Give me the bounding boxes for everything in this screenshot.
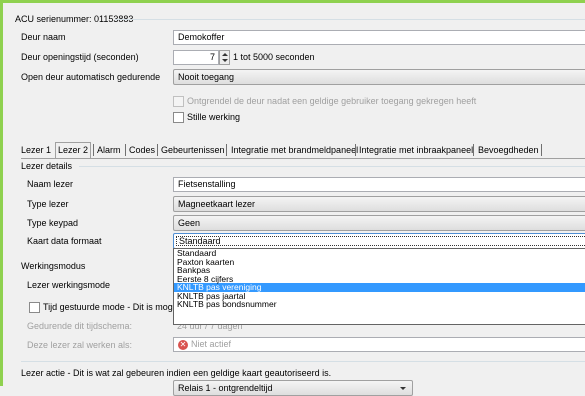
reader-details-label: Lezer details	[21, 161, 73, 171]
auto-open-value: Nooit toegang	[178, 72, 235, 82]
tab-lezer-1[interactable]: Lezer 1	[21, 144, 51, 157]
door-settings-panel: ACU serienummer: 01153883 Deur naam Demo…	[0, 0, 585, 396]
schedule-label: Gedurende dit tijdschema:	[27, 321, 133, 331]
tab-strip-border	[21, 158, 585, 159]
tab-separator	[473, 144, 474, 156]
reader-name-label: Naam lezer	[27, 179, 74, 189]
reader-name-input[interactable]: Fietsenstalling	[173, 177, 585, 192]
reader-action-select[interactable]: Relais 1 - ontgrendeltijd	[173, 380, 413, 396]
chevron-down-icon	[400, 387, 406, 390]
reader-type-select[interactable]: Magneetkaart lezer	[173, 196, 585, 212]
keypad-type-value: Geen	[178, 218, 201, 228]
tab-lezer-2[interactable]: Lezer 2	[55, 142, 92, 158]
working-mode-section-label: Werkingsmodus	[21, 261, 86, 271]
card-format-option[interactable]: Standaard	[174, 249, 585, 258]
stepper-up-icon[interactable]	[222, 53, 228, 56]
silent-checkbox[interactable]	[173, 112, 184, 123]
tab-separator	[125, 144, 126, 156]
open-time-stepper[interactable]	[219, 50, 230, 65]
door-name-label: Deur naam	[21, 32, 66, 42]
time-mode-label: Tijd gestuurde mode - Dit is mogelijk	[43, 302, 189, 312]
tab-alarm[interactable]: Alarm	[97, 144, 121, 157]
error-icon: ✕	[178, 339, 188, 350]
reader-mode-label: Lezer werkingsmode	[27, 280, 111, 290]
reader-type-label: Type lezer	[27, 199, 69, 209]
card-format-option[interactable]: Paxton kaarten	[174, 257, 585, 267]
group-divider	[115, 19, 585, 20]
auto-open-select[interactable]: Nooit toegang	[173, 69, 585, 85]
unlock-after-valid-label: Ontgrendel de deur nadat een geldige geb…	[187, 96, 477, 106]
tab-separator	[157, 144, 158, 156]
keypad-type-select[interactable]: Geen	[173, 215, 585, 231]
reader-action-label: Lezer actie - Dit is wat zal gebeuren in…	[21, 368, 332, 378]
card-format-option[interactable]: Bankpas	[174, 266, 585, 275]
unlock-after-valid-checkbox[interactable]	[173, 96, 184, 107]
group-divider	[79, 166, 585, 167]
silent-label: Stille werking	[187, 112, 241, 122]
group-divider	[21, 361, 585, 362]
stepper-down-icon[interactable]	[222, 59, 228, 62]
open-time-label: Deur openingstijd (seconden)	[21, 52, 139, 62]
time-mode-checkbox[interactable]	[29, 302, 40, 313]
tab-separator	[541, 144, 542, 156]
tab-bevoegdheden[interactable]: Bevoegdheden	[478, 144, 539, 157]
door-name-input[interactable]: Demokoffer	[173, 30, 585, 45]
reader-action-value: Relais 1 - ontgrendeltijd	[178, 383, 273, 393]
will-work-status: Niet actief	[191, 339, 232, 349]
tab-separator	[355, 144, 356, 156]
tab-separator	[226, 144, 227, 156]
tab-gebeurtenissen[interactable]: Gebeurtenissen	[161, 144, 225, 157]
card-format-label: Kaart data formaat	[27, 236, 102, 246]
reader-type-value: Magneetkaart lezer	[178, 199, 256, 209]
card-format-select[interactable]: Standaard	[173, 233, 585, 249]
tab-codes[interactable]: Codes	[129, 144, 155, 157]
card-format-option[interactable]: KNLTB pas bondsnummer	[174, 300, 585, 309]
tab-brandmeldpaneel[interactable]: Integratie met brandmeldpaneel	[231, 144, 358, 157]
auto-open-label: Open deur automatisch gedurende	[21, 72, 161, 82]
keypad-type-label: Type keypad	[27, 218, 79, 228]
tab-separator	[93, 144, 94, 156]
card-format-dropdown: Standaard Paxton kaarten Bankpas Eerste …	[173, 248, 585, 325]
will-work-label: Deze lezer zal werken als:	[27, 340, 133, 350]
tab-inbraakpaneel[interactable]: Integratie met inbraakpaneel	[359, 144, 473, 157]
card-format-value: Standaard	[176, 236, 585, 246]
will-work-field: ✕ Niet actief	[173, 337, 585, 352]
open-time-input[interactable]: 7	[173, 50, 219, 65]
open-time-range: 1 tot 5000 seconden	[233, 52, 315, 62]
